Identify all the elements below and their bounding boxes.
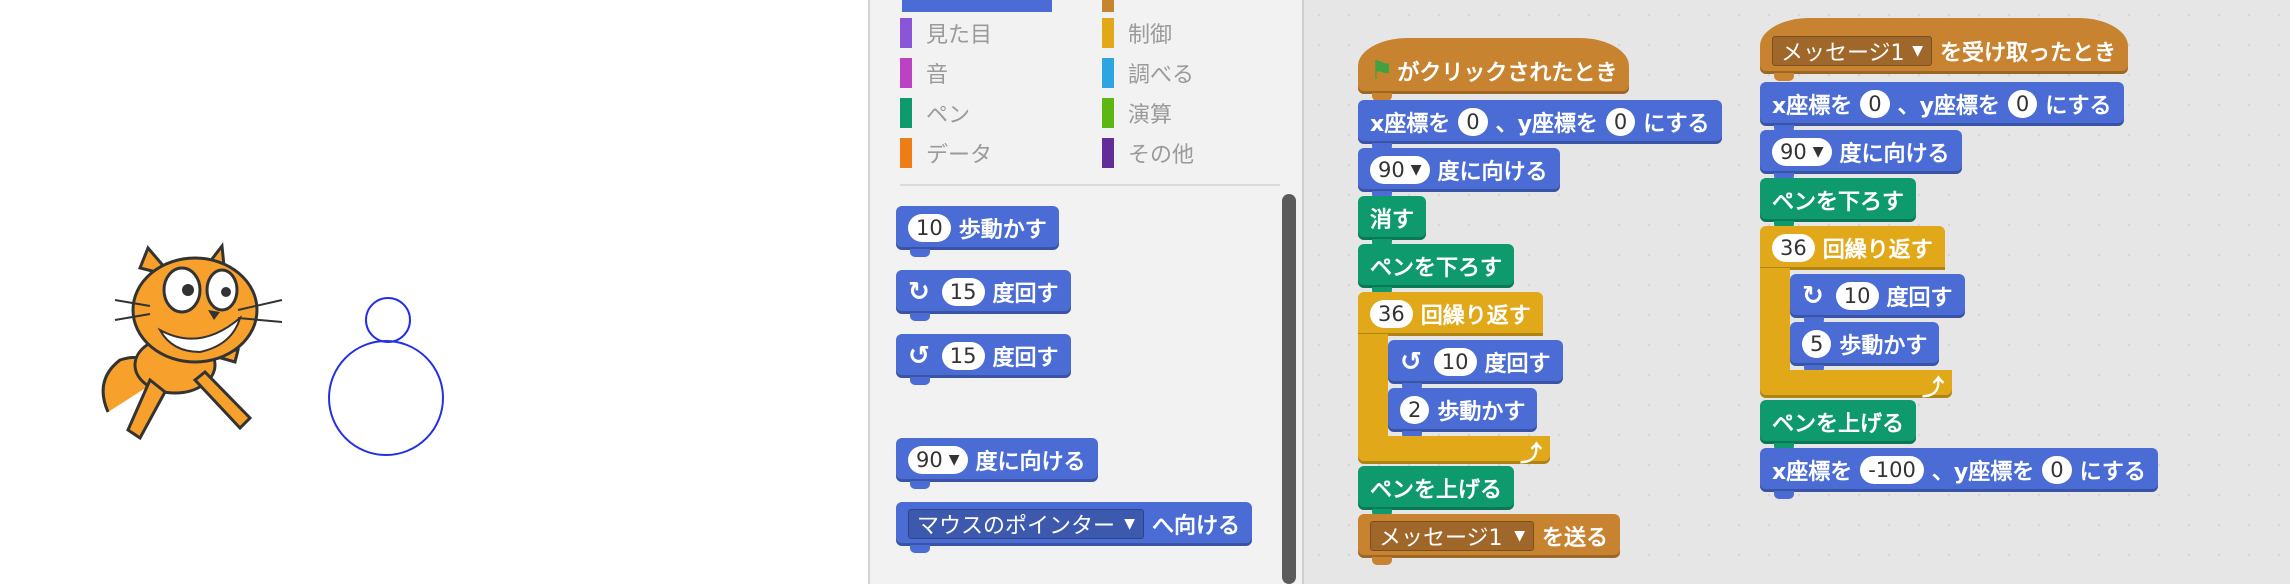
category-control[interactable]: 制御 [1102, 18, 1172, 48]
green-flag-icon: ⚑ [1370, 56, 1394, 86]
pen-up-block[interactable]: ペンを上げる [1358, 466, 1515, 517]
goto-xy-block[interactable]: x座標を 0 、y座標を 0 にする [1358, 100, 1722, 151]
turn-right-block[interactable]: ↻ 10 度回す [1790, 274, 1965, 325]
category-sensing[interactable]: 調べる [1102, 58, 1194, 88]
pen-down-block[interactable]: ペンを下ろす [1760, 178, 1917, 229]
point-direction-block[interactable]: 90 ▼ 度に向ける [1358, 148, 1560, 199]
category-sound[interactable]: 音 [900, 58, 948, 88]
loop-arrow-icon: ⤴ [1519, 442, 1542, 467]
category-pen[interactable]: ペン [900, 98, 970, 128]
repeat-block-footer: ⤴ [1358, 436, 1550, 467]
dropdown-arrow-icon: ▼ [1514, 528, 1525, 544]
palette-scrollbar[interactable] [1282, 194, 1296, 584]
pen-clear-block[interactable]: 消す [1358, 196, 1427, 247]
palette-point-direction-block[interactable]: 90 ▼ 度に向ける [896, 438, 1098, 489]
dropdown-arrow-icon: ▼ [1812, 144, 1824, 160]
move-steps-block[interactable]: 5 歩動かす [1790, 322, 1940, 373]
rotate-counterclockwise-icon: ↺ [1400, 347, 1422, 377]
dropdown-arrow-icon: ▼ [1410, 162, 1422, 178]
receive-message-dropdown[interactable]: メッセージ1 ▼ [1772, 36, 1932, 66]
category-data[interactable]: データ [900, 138, 992, 168]
goto-xy-block-2[interactable]: x座標を -100 、y座標を 0 にする [1760, 448, 2158, 499]
rotate-clockwise-icon: ↻ [1802, 281, 1824, 311]
palette-move-block[interactable]: 10 歩動かす [896, 206, 1059, 257]
point-towards-dropdown[interactable]: マウスのポインター ▼ [908, 509, 1144, 539]
loop-arrow-icon: ⤴ [1921, 376, 1944, 401]
repeat-block-arm [1760, 268, 1790, 372]
category-motion-tab[interactable] [902, 0, 1052, 12]
large-circle-drawing [328, 340, 444, 456]
turn-left-block[interactable]: ↺ 10 度回す [1388, 340, 1563, 391]
repeat-block-footer: ⤴ [1760, 370, 1952, 401]
stage[interactable] [0, 0, 870, 584]
cat-sprite[interactable] [101, 242, 283, 441]
rotate-counterclockwise-icon: ↺ [908, 341, 930, 371]
pen-down-block[interactable]: ペンを下ろす [1358, 244, 1515, 295]
when-receive-message-hat[interactable]: メッセージ1 ▼ を受け取ったとき [1760, 18, 2129, 81]
broadcast-block[interactable]: メッセージ1 ▼ を送る [1358, 514, 1621, 565]
repeat-block[interactable]: 36 回繰り返す [1760, 226, 1945, 270]
category-looks[interactable]: 見た目 [900, 18, 992, 48]
palette-point-towards-block[interactable]: マウスのポインター ▼ へ向ける [896, 502, 1253, 553]
palette-turn-left-block[interactable]: ↺ 15 度回す [896, 334, 1071, 385]
move-steps-block[interactable]: 2 歩動かす [1388, 388, 1538, 439]
repeat-block[interactable]: 36 回繰り返す [1358, 292, 1543, 336]
pen-up-block[interactable]: ペンを上げる [1760, 400, 1917, 451]
palette-divider [900, 184, 1280, 186]
point-direction-block[interactable]: 90 ▼ 度に向ける [1760, 130, 1962, 181]
broadcast-message-dropdown[interactable]: メッセージ1 ▼ [1370, 521, 1534, 551]
palette-turn-right-block[interactable]: ↻ 15 度回す [896, 270, 1071, 321]
category-operators[interactable]: 演算 [1102, 98, 1172, 128]
dropdown-arrow-icon: ▼ [1124, 516, 1135, 532]
dropdown-arrow-icon: ▼ [948, 452, 960, 468]
dropdown-arrow-icon: ▼ [1912, 43, 1923, 59]
when-flag-clicked-hat[interactable]: ⚑ がクリックされたとき [1358, 38, 1630, 101]
category-more[interactable]: その他 [1102, 138, 1194, 168]
goto-xy-block[interactable]: x座標を 0 、y座標を 0 にする [1760, 82, 2124, 133]
rotate-clockwise-icon: ↻ [908, 277, 930, 307]
small-circle-drawing [365, 297, 411, 343]
stage-canvas [101, 242, 444, 456]
category-events-tab[interactable] [1102, 0, 1114, 12]
repeat-block-arm [1358, 334, 1388, 438]
